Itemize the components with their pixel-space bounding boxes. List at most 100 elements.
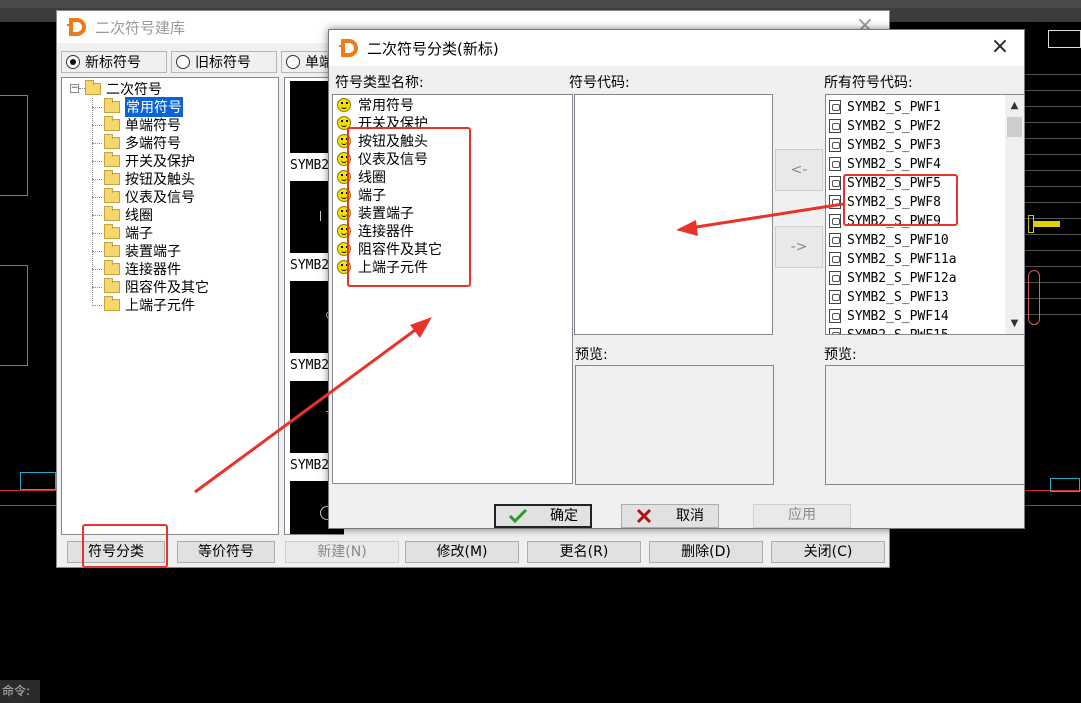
radio-dot-icon xyxy=(176,55,190,69)
folder-icon xyxy=(104,224,120,239)
folder-icon xyxy=(104,260,120,275)
cad-wire xyxy=(0,365,28,366)
symbol-thumbnail-label: SYMB2 xyxy=(290,158,330,173)
folder-icon xyxy=(104,152,120,167)
tree-item[interactable]: 线圈 xyxy=(92,206,153,224)
smiley-icon xyxy=(337,98,351,112)
tree-item[interactable]: 装置端子 xyxy=(92,242,181,260)
cancel-button[interactable]: 取消 xyxy=(621,504,719,528)
command-line-label[interactable]: 命令: xyxy=(0,680,40,703)
symbol-thumbnail-label: SYMB2 xyxy=(290,458,330,473)
annotation-box-codes xyxy=(843,174,958,226)
tree-item[interactable]: 开关及保护 xyxy=(92,152,195,170)
tree-root[interactable]: 二次符号 xyxy=(85,80,162,98)
cad-symbol xyxy=(1034,221,1060,227)
tree-item[interactable]: 按钮及触头 xyxy=(92,170,195,188)
symbol-code-list[interactable] xyxy=(574,94,773,335)
code-list-item[interactable]: SYMB2_S_PWF14 xyxy=(829,307,949,325)
code-list-item[interactable]: SYMB2_S_PWF1 xyxy=(829,98,941,116)
cad-grid xyxy=(1048,30,1081,48)
apply-button[interactable]: 应用 xyxy=(753,504,851,528)
folder-icon xyxy=(104,170,120,185)
tree-item[interactable]: 连接器件 xyxy=(92,260,181,278)
tree-item[interactable]: 阻容件及其它 xyxy=(92,278,209,296)
tree-connector xyxy=(92,98,93,303)
scroll-up-icon[interactable]: ▲ xyxy=(1006,97,1023,114)
folder-icon xyxy=(85,80,101,95)
ok-button-label: 确定 xyxy=(550,508,578,524)
cad-border xyxy=(0,490,60,491)
category-tree[interactable]: − 二次符号 常用符号 单端符号多端符号开关及保护 按钮及触头 仪表及信号线圈 端子装置… xyxy=(61,77,279,535)
document-icon xyxy=(829,252,841,266)
dialog-close-icon[interactable]: × xyxy=(988,36,1012,60)
new-button[interactable]: 新建(N) xyxy=(285,541,399,563)
folder-icon xyxy=(104,278,120,293)
document-icon xyxy=(829,290,841,304)
document-icon xyxy=(829,157,841,171)
equivalent-symbol-button[interactable]: 等价符号 xyxy=(177,541,275,563)
modify-button[interactable]: 修改(M) xyxy=(405,541,519,563)
checkmark-icon xyxy=(508,508,528,524)
tree-item-label: 多端符号 xyxy=(125,136,181,152)
type-list-item-label: 常用符号 xyxy=(358,98,414,114)
ok-button[interactable]: 确定 xyxy=(494,504,592,528)
scroll-thumb[interactable] xyxy=(1007,117,1022,137)
tree-item-label: 开关及保护 xyxy=(125,154,195,170)
rename-button[interactable]: 更名(R) xyxy=(527,541,641,563)
tree-item[interactable]: 上端子元件 xyxy=(92,296,195,314)
tree-item-label: 上端子元件 xyxy=(125,298,195,314)
folder-icon xyxy=(104,242,120,257)
tree-item[interactable]: 常用符号 xyxy=(92,97,183,117)
preview-left-label: 预览: xyxy=(575,347,608,363)
delete-button[interactable]: 删除(D) xyxy=(649,541,763,563)
close-button[interactable]: 关闭(C) xyxy=(771,541,885,563)
code-list-item[interactable]: SYMB2_S_PWF3 xyxy=(829,136,941,154)
code-list-item-label: SYMB2_S_PWF14 xyxy=(847,308,949,324)
scroll-down-icon[interactable]: ▼ xyxy=(1006,315,1023,332)
radio-new-standard-label: 新标符号 xyxy=(85,55,141,71)
tree-connector xyxy=(92,305,102,306)
radio-old-standard[interactable]: 旧标符号 xyxy=(171,51,277,73)
tree-item[interactable]: 单端符号 xyxy=(92,116,181,134)
radio-dot-icon xyxy=(66,55,80,69)
type-list-item[interactable]: 常用符号 xyxy=(337,96,414,114)
tree-item[interactable]: 多端符号 xyxy=(92,134,181,152)
code-list-item[interactable]: SYMB2_S_PWF10 xyxy=(829,231,949,249)
code-list-item-label: SYMB2_S_PWF13 xyxy=(847,289,949,305)
document-icon xyxy=(829,119,841,133)
code-list-item[interactable]: SYMB2_S_PWF11a xyxy=(829,250,957,268)
folder-icon xyxy=(104,188,120,203)
tree-root-label: 二次符号 xyxy=(106,82,162,98)
code-list-item-label: SYMB2_S_PWF10 xyxy=(847,232,949,248)
folder-icon xyxy=(104,116,120,131)
all-codes-label: 所有符号代码: xyxy=(824,75,913,91)
tree-item-label: 线圈 xyxy=(125,208,153,224)
document-icon xyxy=(829,214,841,228)
code-list-item[interactable]: SYMB2_S_PWF4 xyxy=(829,155,941,173)
tree-item[interactable]: 端子 xyxy=(92,224,153,242)
code-list-item[interactable]: SYMB2_S_PWF15 xyxy=(829,326,949,334)
tree-connector xyxy=(92,269,102,270)
all-codes-scrollbar[interactable]: ▲ ▼ xyxy=(1005,95,1024,334)
move-right-button[interactable]: -> xyxy=(775,226,823,268)
symbol-thumbnail-label: SYMB2 xyxy=(290,358,330,373)
cad-titleblock xyxy=(20,472,56,490)
tree-item-label: 连接器件 xyxy=(125,262,181,278)
tree-item-label: 阻容件及其它 xyxy=(125,280,209,296)
cad-wire xyxy=(0,195,28,196)
cad-wire xyxy=(27,95,28,195)
tree-item[interactable]: 仪表及信号 xyxy=(92,188,195,206)
radio-new-standard[interactable]: 新标符号 xyxy=(61,51,167,73)
tree-connector xyxy=(92,233,102,234)
symbol-line xyxy=(320,211,321,221)
code-list-item[interactable]: SYMB2_S_PWF12a xyxy=(829,269,957,287)
preview-left-box xyxy=(575,365,774,485)
cad-wire xyxy=(0,95,28,96)
tree-item-label: 常用符号 xyxy=(125,97,183,117)
tree-item-label: 装置端子 xyxy=(125,244,181,260)
collapse-icon[interactable]: − xyxy=(70,84,79,93)
code-list-item[interactable]: SYMB2_S_PWF13 xyxy=(829,288,949,306)
tree-connector xyxy=(92,197,102,198)
code-list-item[interactable]: SYMB2_S_PWF2 xyxy=(829,117,941,135)
move-left-button[interactable]: <- xyxy=(775,149,823,191)
